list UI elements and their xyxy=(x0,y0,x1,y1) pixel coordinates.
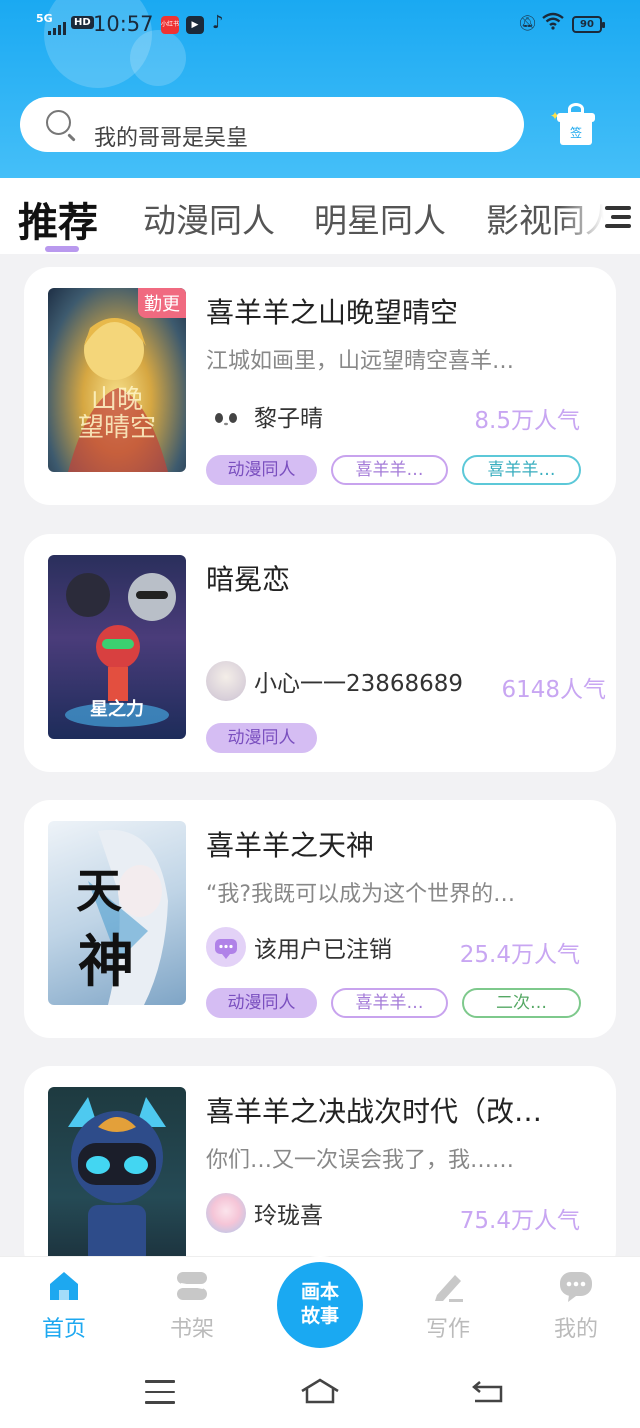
svg-text:星之力: 星之力 xyxy=(90,698,144,720)
tag[interactable]: 动漫同人 xyxy=(206,455,317,485)
story-description: 江城如画里，山远望晴空喜羊… xyxy=(206,349,515,374)
story-card[interactable]: 星之力 暗冕恋 小心一一23868689 6148人气 动漫同人 xyxy=(24,534,616,772)
tab-celebrity-fanfic[interactable]: 明星同人 xyxy=(314,194,446,242)
tag-list: 动漫同人 xyxy=(206,723,317,753)
avatar xyxy=(206,396,246,436)
cover-art xyxy=(68,1097,166,1265)
picture-story-button[interactable]: 画本 故事 xyxy=(277,1262,363,1348)
tag-list: 动漫同人 喜羊羊… 喜羊羊… xyxy=(206,455,581,485)
tag[interactable]: 动漫同人 xyxy=(206,723,317,753)
center-button-line1: 画本 xyxy=(300,1281,339,1303)
search-bar[interactable]: 我的哥哥是吴皇 xyxy=(20,97,524,152)
story-title[interactable]: 喜羊羊之天神 xyxy=(206,824,601,864)
author-name: 小心一一23868689 xyxy=(254,671,464,697)
home-nav-icon[interactable] xyxy=(300,1378,340,1404)
update-badge: 勤更 xyxy=(138,288,186,318)
bookshelf-icon xyxy=(175,1269,209,1303)
nav-write[interactable]: 写作 xyxy=(408,1269,488,1343)
story-title[interactable]: 暗冕恋 xyxy=(206,558,601,598)
tag-list: 动漫同人 喜羊羊… 二次… xyxy=(206,988,581,1018)
gift-icon: 签 xyxy=(560,119,592,145)
author-info[interactable]: 玲珑喜 xyxy=(206,1193,323,1233)
svg-text:天: 天 xyxy=(76,864,122,918)
svg-text:山晚: 山晚 xyxy=(91,385,143,415)
popularity: 25.4万人气 xyxy=(459,942,580,968)
avatar xyxy=(206,927,246,967)
cover-image[interactable] xyxy=(48,1087,186,1271)
tiktok-icon: ♪ xyxy=(212,12,224,33)
recents-icon[interactable] xyxy=(145,1380,175,1412)
author-name: 该用户已注销 xyxy=(254,937,392,963)
popularity: 8.5万人气 xyxy=(474,408,580,434)
tab-anime-fanfic[interactable]: 动漫同人 xyxy=(143,194,275,242)
avatar xyxy=(206,661,246,701)
story-card[interactable]: 天 神 喜羊羊之天神 “我?我既可以成为这个世界的… 该用户已注销 25.4万人… xyxy=(24,800,616,1038)
popularity: 6148人气 xyxy=(501,677,606,703)
system-nav-bar xyxy=(0,1360,640,1428)
story-card[interactable]: 山晚 望晴空 勤更 喜羊羊之山晚望晴空 江城如画里，山远望晴空喜羊… 黎子晴 8… xyxy=(24,267,616,505)
category-tabs: 推荐 动漫同人 明星同人 影视同人 xyxy=(0,178,640,254)
search-icon xyxy=(46,110,71,135)
tag[interactable]: 喜羊羊… xyxy=(462,455,581,485)
tab-recommend[interactable]: 推荐 xyxy=(18,190,98,248)
author-info[interactable]: 黎子晴 xyxy=(206,396,323,436)
tag[interactable]: 喜羊羊… xyxy=(331,455,448,485)
story-description: 你们…又一次误会我了，我…… xyxy=(206,1148,515,1173)
status-bar: 5G HD 10:57 小红书 ▶ ♪ 🔕︎ 90 xyxy=(0,0,640,52)
avatar xyxy=(206,1193,246,1233)
story-title[interactable]: 喜羊羊之山晚望晴空 xyxy=(206,291,601,331)
author-name: 黎子晴 xyxy=(254,406,323,432)
nav-bookshelf[interactable]: 书架 xyxy=(152,1269,232,1343)
mute-icon: 🔕︎ xyxy=(518,14,538,32)
battery-icon: 90 xyxy=(572,16,605,33)
cover-image[interactable]: 星之力 xyxy=(48,555,186,739)
author-info[interactable]: 该用户已注销 xyxy=(206,927,392,967)
cover-image[interactable]: 天 神 xyxy=(48,821,186,1005)
wifi-icon xyxy=(542,12,564,35)
hd-icon: HD xyxy=(71,16,94,29)
active-tab-indicator xyxy=(45,246,79,252)
author-info[interactable]: 小心一一23868689 xyxy=(206,661,463,701)
pen-icon xyxy=(431,1269,465,1303)
author-name: 玲珑喜 xyxy=(254,1203,323,1229)
signal-icon xyxy=(48,22,66,35)
tag[interactable]: 二次… xyxy=(462,988,581,1018)
back-icon[interactable] xyxy=(472,1378,504,1404)
popularity: 75.4万人气 xyxy=(459,1208,580,1234)
cover-art: 天 神 xyxy=(76,829,168,1005)
nav-mine-label: 我的 xyxy=(553,1317,598,1342)
tag[interactable]: 动漫同人 xyxy=(206,988,317,1018)
svg-text:神: 神 xyxy=(78,929,134,995)
xiaohongshu-icon: 小红书 xyxy=(161,16,179,34)
sign-in-gift-button[interactable]: ✦ 签 xyxy=(550,103,598,147)
tag[interactable]: 喜羊羊… xyxy=(331,988,448,1018)
home-icon xyxy=(47,1269,81,1303)
nav-home[interactable]: 首页 xyxy=(24,1269,104,1343)
cover-art: 星之力 xyxy=(65,573,176,727)
chat-bubble-icon xyxy=(559,1269,593,1303)
header: 5G HD 10:57 小红书 ▶ ♪ 🔕︎ 90 我的哥哥是吴皇 ✦ 签 xyxy=(0,0,640,178)
cover-image[interactable]: 山晚 望晴空 勤更 xyxy=(48,288,186,472)
svg-text:望晴空: 望晴空 xyxy=(78,413,156,443)
nav-bookshelf-label: 书架 xyxy=(169,1317,214,1342)
nav-mine[interactable]: 我的 xyxy=(536,1269,616,1343)
category-menu-icon[interactable] xyxy=(601,202,631,232)
search-placeholder: 我的哥哥是吴皇 xyxy=(94,126,249,151)
story-description: “我?我既可以成为这个世界的… xyxy=(206,882,516,907)
video-app-icon: ▶ xyxy=(186,16,204,34)
story-card[interactable]: 喜羊羊之决战次时代（改… 你们…又一次误会我了，我…… 玲珑喜 75.4万人气 xyxy=(24,1066,616,1276)
clock: 10:57 xyxy=(93,12,154,36)
nav-home-label: 首页 xyxy=(41,1317,86,1342)
story-title[interactable]: 喜羊羊之决战次时代（改… xyxy=(206,1090,601,1130)
center-button-line2: 故事 xyxy=(300,1305,339,1327)
nav-write-label: 写作 xyxy=(425,1317,470,1342)
